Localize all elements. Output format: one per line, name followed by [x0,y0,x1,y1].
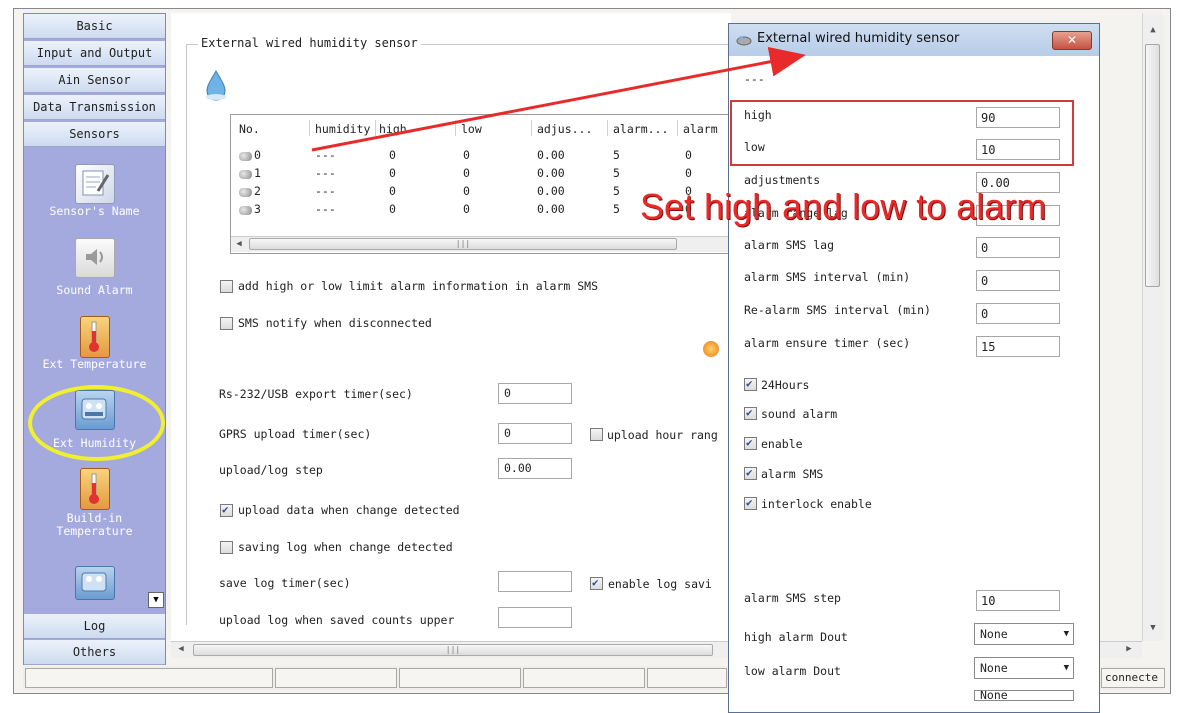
annotation-text: Set high and low to alarm [640,186,1047,227]
annotation-arrow [311,46,806,152]
